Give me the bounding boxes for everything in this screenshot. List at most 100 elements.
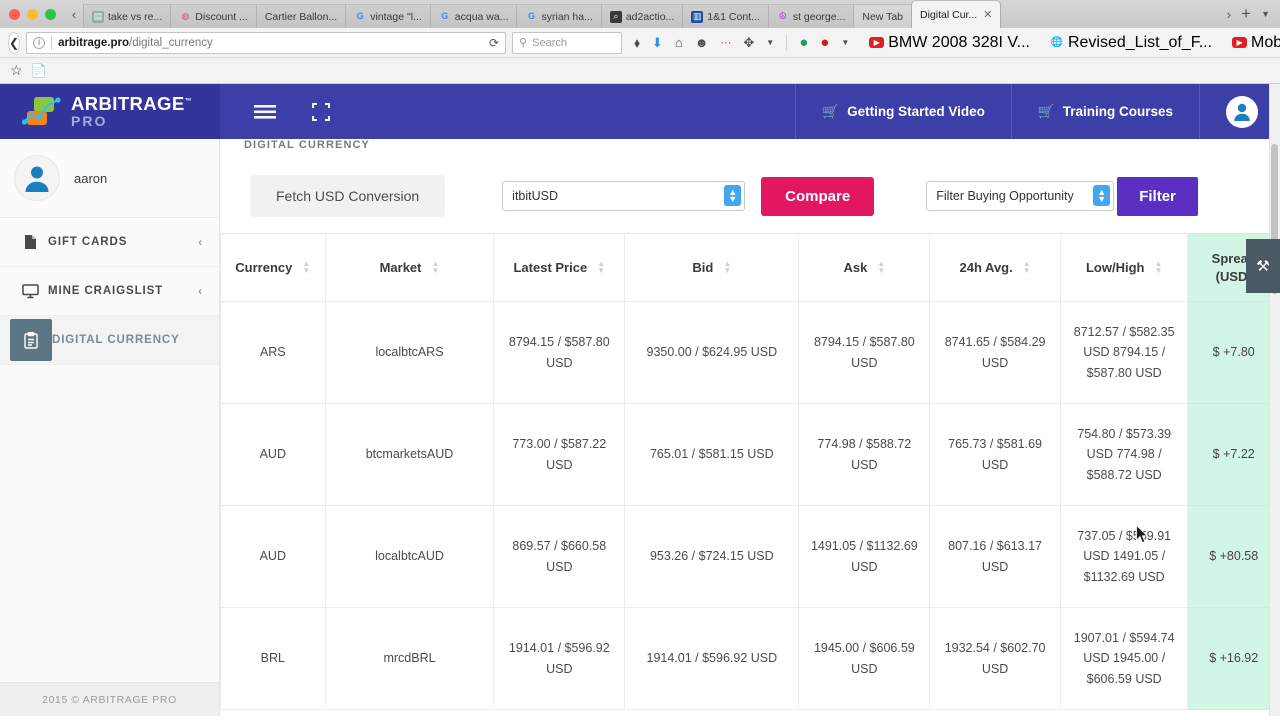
- home-icon[interactable]: ⌂: [675, 35, 683, 50]
- browser-tab-active[interactable]: Digital Cur... ✕: [911, 0, 1002, 28]
- sort-icon: ▲ ▼: [1154, 259, 1163, 275]
- back-button[interactable]: ❮: [8, 31, 21, 54]
- tab-label: Cartier Ballon...: [264, 10, 338, 23]
- dropdown-chevron-icon[interactable]: ▼: [766, 38, 774, 47]
- column-header-bid[interactable]: Bid ▲ ▼: [624, 232, 800, 303]
- browser-tab[interactable]: Cartier Ballon...: [255, 4, 346, 28]
- pair-select[interactable]: itbitUSD: [502, 181, 746, 211]
- bookmark-item[interactable]: ▶ Mobiflight - In Acti...: [1232, 34, 1280, 52]
- brand-subtitle: PRO: [71, 113, 108, 130]
- new-tab-button[interactable]: +: [1241, 4, 1251, 24]
- header-right: 🛒 Getting Started Video 🛒 Training Cours…: [795, 84, 1280, 139]
- app-body: aaron GIFT CARDS ‹ MINE CRAIGSLIST ‹ DIG…: [0, 139, 1280, 716]
- cell-spread: $ +80.58: [1187, 505, 1280, 609]
- sidebar-user-block[interactable]: aaron: [0, 139, 219, 218]
- bookmark-star-icon[interactable]: ☆: [10, 62, 23, 79]
- fetch-usd-conversion-button[interactable]: Fetch USD Conversion: [250, 175, 446, 217]
- close-window-button[interactable]: [9, 8, 20, 20]
- browser-tab[interactable]: G syrian ha...: [516, 4, 601, 28]
- opportunity-select-wrap: Filter Buying Opportunity ▲ ▼: [926, 181, 1115, 211]
- chevron-left-icon: ‹: [198, 235, 203, 249]
- browser-navbar: ❮ i arbitrage.pro/digital_currency ⟳ ⚲ S…: [0, 28, 1280, 58]
- download-icon[interactable]: ⬇: [652, 35, 663, 51]
- getting-started-video-link[interactable]: 🛒 Getting Started Video: [795, 84, 1011, 139]
- tools-icon[interactable]: ⚒: [1246, 239, 1280, 293]
- tab-list-chevron-icon[interactable]: ▼: [1261, 9, 1270, 19]
- column-header-latest-price[interactable]: Latest Price ▲ ▼: [493, 232, 626, 303]
- reader-list-icon[interactable]: 📄: [31, 63, 47, 79]
- column-header-market[interactable]: Market ▲ ▼: [324, 232, 495, 303]
- browser-tab[interactable]: ☮ st george...: [767, 4, 854, 28]
- hamburger-icon[interactable]: [254, 104, 276, 119]
- cart-icon: 🛒: [1037, 103, 1055, 119]
- bookmark-item[interactable]: ▶ BMW 2008 328I V...: [869, 34, 1030, 52]
- browser-tab[interactable]: G acqua wa...: [429, 4, 517, 28]
- url-domain: arbitrage.pro: [58, 36, 129, 49]
- page-scrollbar[interactable]: [1269, 84, 1280, 716]
- browser-search-box[interactable]: ⚲ Search: [512, 31, 623, 54]
- sidebar-item-mine-craigslist[interactable]: MINE CRAIGSLIST ‹: [0, 267, 219, 316]
- green-circle-icon[interactable]: ●: [799, 34, 808, 51]
- column-header-ask[interactable]: Ask ▲ ▼: [798, 232, 931, 303]
- divider: [51, 35, 53, 50]
- header-tools: [220, 84, 330, 139]
- youtube-icon: ▶: [869, 37, 885, 48]
- fullscreen-icon[interactable]: [312, 102, 330, 121]
- maximize-window-button[interactable]: [45, 8, 56, 20]
- smiley-icon[interactable]: ☻: [695, 35, 709, 50]
- bookmark-item[interactable]: 🌐 Revised_List_of_F...: [1050, 34, 1212, 52]
- column-header-currency[interactable]: Currency ▲ ▼: [220, 232, 326, 303]
- tab-scroll-left-icon[interactable]: ‹: [65, 0, 83, 28]
- sidebar-item-label: GIFT CARDS: [48, 236, 128, 248]
- table-row[interactable]: AUD btcmarketsAUD 773.00 / $587.22 USD 7…: [220, 403, 1280, 507]
- browser-tab[interactable]: ▤ take vs re...: [83, 4, 171, 28]
- sidebar-item-label: MINE CRAIGSLIST: [48, 285, 164, 297]
- sidebar-item-gift-cards[interactable]: GIFT CARDS ‹: [0, 218, 219, 267]
- column-header-low-high[interactable]: Low/High ▲ ▼: [1059, 232, 1189, 303]
- cell-low-high: 737.05 / $559.91 USD 1491.05 / $1132.69 …: [1059, 505, 1189, 609]
- header-avatar[interactable]: [1199, 84, 1280, 139]
- google-icon: G: [441, 11, 449, 21]
- column-header-24h-avg[interactable]: 24h Avg. ▲ ▼: [929, 232, 1061, 303]
- page-title: DIGITAL CURRENCY: [244, 139, 370, 151]
- address-bar[interactable]: i arbitrage.pro/digital_currency ⟳: [26, 31, 507, 54]
- cell-low-high: 1907.01 / $594.74 USD 1945.00 / $606.59 …: [1059, 607, 1189, 711]
- filter-button[interactable]: Filter: [1117, 176, 1198, 216]
- search-icon: ⚲: [519, 37, 528, 49]
- pocket-icon[interactable]: ⬧: [634, 35, 640, 51]
- browser-chrome: ‹ ▤ take vs re... ◍ Discount ... Cartier…: [0, 0, 1280, 84]
- table-row[interactable]: AUD localbtcAUD 869.57 / $660.58 USD 953…: [220, 505, 1280, 609]
- sidebar-item-digital-currency[interactable]: DIGITAL CURRENCY: [0, 316, 219, 365]
- eyedropper-icon[interactable]: ✥: [743, 35, 754, 51]
- table-body: ARS localbtcARS 8794.15 / $587.80 USD 93…: [220, 301, 1280, 711]
- site-info-icon[interactable]: i: [33, 36, 46, 49]
- filter-buying-opportunity-select[interactable]: Filter Buying Opportunity: [926, 181, 1115, 211]
- close-icon[interactable]: ✕: [983, 8, 992, 21]
- table-row[interactable]: BRL mrcdBRL 1914.01 / $596.92 USD 1914.0…: [220, 607, 1280, 711]
- column-label: 24h Avg.: [959, 260, 1013, 276]
- column-label: Bid: [692, 260, 714, 276]
- training-courses-link[interactable]: 🛒 Training Courses: [1010, 84, 1199, 139]
- dropdown-chevron-icon[interactable]: ▼: [841, 38, 849, 47]
- brand-text: ARBITRAGE™ PRO: [71, 94, 192, 130]
- red-abp-icon[interactable]: ●: [820, 34, 829, 51]
- browser-tab[interactable]: New Tab: [853, 4, 912, 28]
- browser-tab[interactable]: ▥ 1&1 Cont...: [682, 4, 768, 28]
- browser-tab[interactable]: G vintage "l...: [345, 4, 430, 28]
- browser-tab[interactable]: ⌕ ad2actio...: [600, 4, 683, 28]
- cell-bid: 765.01 / $581.15 USD: [624, 403, 800, 507]
- cell-market: btcmarketsAUD: [324, 403, 495, 507]
- google-icon: G: [527, 11, 535, 21]
- monitor-icon: [12, 283, 48, 299]
- more-dots-icon[interactable]: ⋯: [720, 36, 731, 49]
- compare-button[interactable]: Compare: [761, 176, 875, 216]
- app-brand[interactable]: ARBITRAGE™ PRO: [0, 84, 220, 139]
- browser-tab[interactable]: ◍ Discount ...: [170, 4, 256, 28]
- tab-label: acqua wa...: [454, 10, 509, 23]
- table-row[interactable]: ARS localbtcARS 8794.15 / $587.80 USD 93…: [220, 301, 1280, 405]
- sort-icon: ▲ ▼: [877, 259, 886, 275]
- minimize-window-button[interactable]: [27, 8, 38, 20]
- bookmark-label: BMW 2008 328I V...: [888, 33, 1030, 51]
- reload-icon[interactable]: ⟳: [489, 36, 499, 50]
- chevron-right-icon[interactable]: ›: [1227, 7, 1231, 22]
